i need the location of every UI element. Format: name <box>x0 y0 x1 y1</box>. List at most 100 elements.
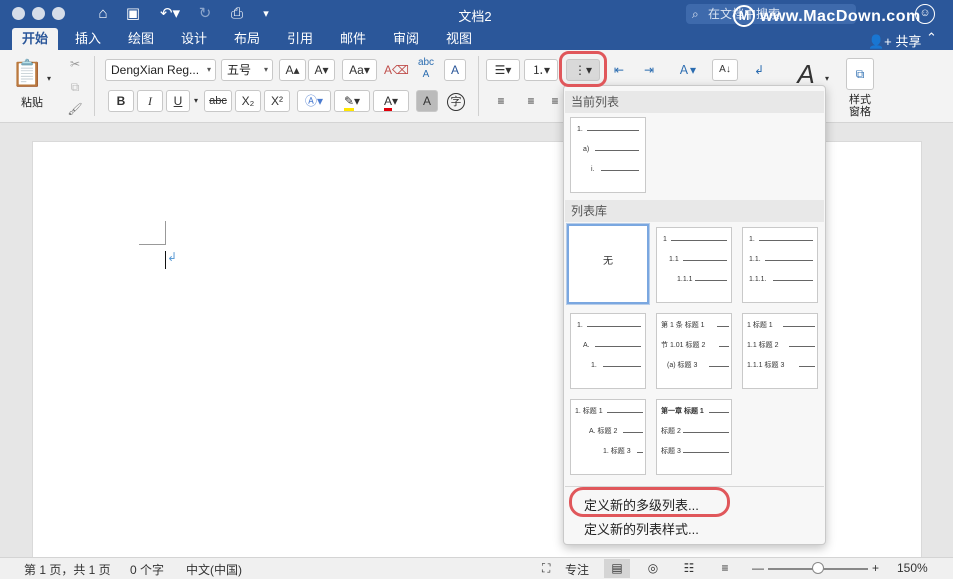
thumb-line <box>765 260 813 261</box>
thumb-line <box>683 452 729 453</box>
search-icon: ⌕ <box>692 7 699 21</box>
bullets-button[interactable]: ☰▾ <box>486 59 520 81</box>
font-name-value: DengXian Reg... <box>111 63 200 77</box>
shrink-font-button[interactable]: A▾ <box>308 59 335 81</box>
font-size-select[interactable]: 五号 ▾ <box>221 59 273 81</box>
align-center-icon[interactable]: ≡ <box>518 90 544 112</box>
collapse-ribbon-icon[interactable]: ⌃ <box>926 30 937 46</box>
redo-icon[interactable]: ↻ <box>194 4 216 24</box>
subscript-button[interactable]: X₂ <box>235 90 261 112</box>
tab-review[interactable]: 审阅 <box>388 28 424 50</box>
underline-button[interactable]: U <box>166 90 190 112</box>
style-pane-icon[interactable]: ⧉ <box>846 58 874 90</box>
focus-label[interactable]: 专注 <box>565 561 589 578</box>
thumb-line <box>637 452 643 453</box>
list-option-numeric[interactable]: 1 1.1 1.1.1 <box>656 227 732 303</box>
home-icon[interactable]: ⌂ <box>92 4 114 24</box>
change-case-button[interactable]: Aa▾ <box>342 59 377 81</box>
list-library-header: 列表库 <box>565 200 824 222</box>
list-option-article-section[interactable]: 第 1 条 标题 1 节 1.01 标题 2 (a) 标题 3 <box>656 313 732 389</box>
thumb-line <box>683 260 727 261</box>
char-shading-button[interactable]: A <box>416 90 438 112</box>
align-left-icon[interactable]: ≡ <box>488 90 514 112</box>
paste-options-arrow[interactable]: ▾ <box>44 68 54 90</box>
bold-button[interactable]: B <box>108 90 134 112</box>
zoom-slider-handle[interactable] <box>812 562 824 574</box>
customize-toolbar-icon[interactable]: ▾ <box>258 4 274 24</box>
feedback-smiley-icon[interactable]: ☺ <box>915 4 935 24</box>
sort-button[interactable]: A↓ <box>712 59 738 81</box>
numbering-button[interactable]: ⒈▾ <box>524 59 558 81</box>
save-icon[interactable]: ▣ <box>122 4 144 24</box>
web-layout-view-icon[interactable]: ◎ <box>640 559 666 578</box>
thumb-row-label: 第一章 标题 1 <box>661 408 704 415</box>
minimize-window-button[interactable] <box>32 7 45 20</box>
list-option-none[interactable]: 无 <box>567 224 649 304</box>
share-button[interactable]: 👤+ 共享 <box>868 31 921 50</box>
text-direction-icon[interactable]: Ａ▾ <box>670 59 704 81</box>
underline-options-arrow[interactable]: ▾ <box>191 90 201 112</box>
thumb-row-label: 1 <box>663 236 667 243</box>
focus-icon[interactable]: ⛶ <box>542 561 550 576</box>
paste-icon[interactable]: 📋 <box>10 56 44 90</box>
font-name-select[interactable]: DengXian Reg... ▾ <box>105 59 216 81</box>
print-icon[interactable]: ⎙ <box>226 4 248 24</box>
decrease-indent-icon[interactable]: ⇤ <box>606 59 632 81</box>
format-painter-icon[interactable]: 🖌 <box>64 98 86 120</box>
grow-font-button[interactable]: A▴ <box>279 59 306 81</box>
phonetic-guide-icon[interactable]: abc A <box>412 56 440 80</box>
copy-icon[interactable]: ⧉ <box>64 76 86 98</box>
zoom-in-icon[interactable]: + <box>872 561 879 575</box>
define-new-list-style[interactable]: 定义新的列表样式... <box>584 519 699 538</box>
char-border-a-icon[interactable]: A <box>444 59 466 81</box>
thumb-line <box>623 432 643 433</box>
thumb-line <box>603 366 641 367</box>
tab-draw[interactable]: 绘图 <box>123 28 159 50</box>
thumb-row-label: 标题 3 <box>661 448 681 455</box>
thumb-line <box>789 346 815 347</box>
zoom-out-icon[interactable]: — <box>752 561 764 575</box>
thumb-line <box>799 366 815 367</box>
enclose-char-button[interactable]: 字 <box>443 90 469 112</box>
tab-insert[interactable]: 插入 <box>70 28 106 50</box>
thumb-line <box>759 240 813 241</box>
cut-icon[interactable]: ✂ <box>64 53 86 75</box>
tab-layout[interactable]: 布局 <box>229 28 265 50</box>
clear-format-icon[interactable]: A⌫ <box>383 59 409 81</box>
font-color-button[interactable]: A▾ <box>373 90 409 112</box>
list-option-chapter[interactable]: 第一章 标题 1 标题 2 标题 3 <box>656 399 732 475</box>
current-list-header: 当前列表 <box>565 91 824 113</box>
highlight-color-button[interactable]: ✎▾ <box>334 90 370 112</box>
watermark-logo: M <box>733 5 755 27</box>
language[interactable]: 中文(中国) <box>186 561 242 578</box>
strikethrough-button[interactable]: abc <box>204 90 232 112</box>
zoom-window-button[interactable] <box>52 7 65 20</box>
list-option-outline[interactable]: 1. A. 1. <box>570 313 646 389</box>
tab-mailings[interactable]: 邮件 <box>335 28 371 50</box>
zoom-level[interactable]: 150% <box>897 561 928 575</box>
increase-indent-icon[interactable]: ⇥ <box>636 59 662 81</box>
print-layout-view-icon[interactable]: ▤ <box>604 559 630 578</box>
align-right-icon[interactable]: ≡ <box>548 90 562 112</box>
tab-home[interactable]: 开始 <box>12 28 58 50</box>
list-option-numeric-dot[interactable]: 1. 1.1. 1.1.1. <box>742 227 818 303</box>
thumb-line <box>683 432 729 433</box>
thumb-line <box>587 130 639 131</box>
draft-view-icon[interactable]: ≡ <box>712 559 738 578</box>
current-list-thumbnail[interactable]: 1. a) i. <box>570 117 646 193</box>
show-marks-icon[interactable]: ↲ <box>746 59 772 81</box>
thumb-row-label: 1.1 标题 2 <box>747 342 779 349</box>
none-label: 无 <box>603 256 613 267</box>
close-window-button[interactable] <box>12 7 25 20</box>
list-option-heading-numeric[interactable]: 1 标题 1 1.1 标题 2 1.1.1 标题 3 <box>742 313 818 389</box>
tab-design[interactable]: 设计 <box>176 28 212 50</box>
tab-view[interactable]: 视图 <box>441 28 477 50</box>
thumb-line <box>783 326 815 327</box>
italic-button[interactable]: I <box>137 90 163 112</box>
undo-icon[interactable]: ↶▾ <box>155 4 185 24</box>
text-effects-button[interactable]: Ⓐ▾ <box>297 90 331 112</box>
outline-view-icon[interactable]: ☷ <box>676 559 702 578</box>
list-option-heading-outline[interactable]: 1. 标题 1 A. 标题 2 1. 标题 3 <box>570 399 646 475</box>
superscript-button[interactable]: X² <box>264 90 290 112</box>
tab-references[interactable]: 引用 <box>282 28 318 50</box>
